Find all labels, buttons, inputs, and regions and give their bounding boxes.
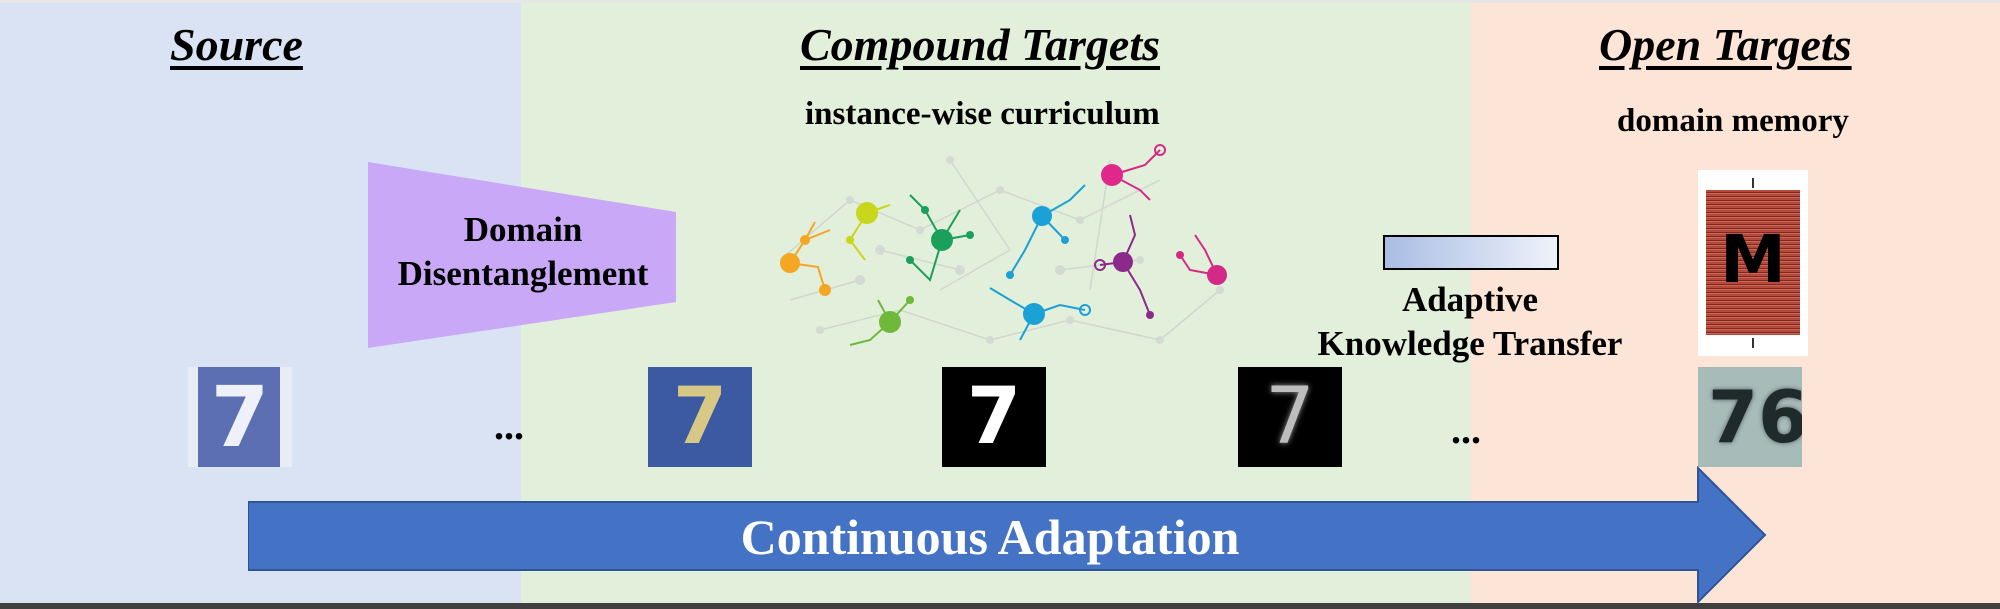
network-graph-icon xyxy=(779,144,1227,346)
sample-compound-2-digit: 7 xyxy=(966,372,1022,462)
ellipsis-right: ... xyxy=(1451,407,1481,452)
compound-subtitle: instance-wise curriculum xyxy=(805,96,1160,132)
sample-compound-1: 7 xyxy=(648,367,752,467)
sample-compound-1-digit: 7 xyxy=(672,372,728,462)
sample-source: 7 xyxy=(188,367,292,467)
transfer-label-line1: Adaptive xyxy=(1401,280,1539,319)
memory-block-icon: M xyxy=(1698,170,1808,356)
arrow-label: Continuous Adaptation xyxy=(740,509,1240,565)
memory-top-marker xyxy=(1752,178,1754,188)
open-title: Open Targets xyxy=(1599,19,1852,70)
gradient-bar-icon xyxy=(1383,235,1559,270)
sample-compound-2: 7 xyxy=(942,367,1046,467)
memory-letter: M xyxy=(1720,221,1786,298)
compound-title: Compound Targets xyxy=(800,19,1161,70)
sample-compound-3: 7 xyxy=(1238,367,1342,467)
sample-open-digit: 76 xyxy=(1708,375,1802,459)
sample-compound-3-digit: 7 xyxy=(1265,372,1315,462)
open-subtitle: domain memory xyxy=(1617,103,1849,139)
source-title: Source xyxy=(170,19,303,70)
diagram-canvas: Source Compound Targets Open Targets ins… xyxy=(0,0,2000,609)
top-border xyxy=(0,0,2000,3)
ellipsis-left: ... xyxy=(494,403,524,448)
disentangle-label-line2: Disentanglement xyxy=(397,254,649,293)
transfer-label-line2: Knowledge Transfer xyxy=(1317,324,1623,363)
sample-source-digit: 7 xyxy=(210,368,270,466)
memory-bottom-marker xyxy=(1752,338,1754,348)
disentangle-label-line1: Domain xyxy=(463,210,583,249)
sample-open: 76 xyxy=(1698,367,1802,467)
